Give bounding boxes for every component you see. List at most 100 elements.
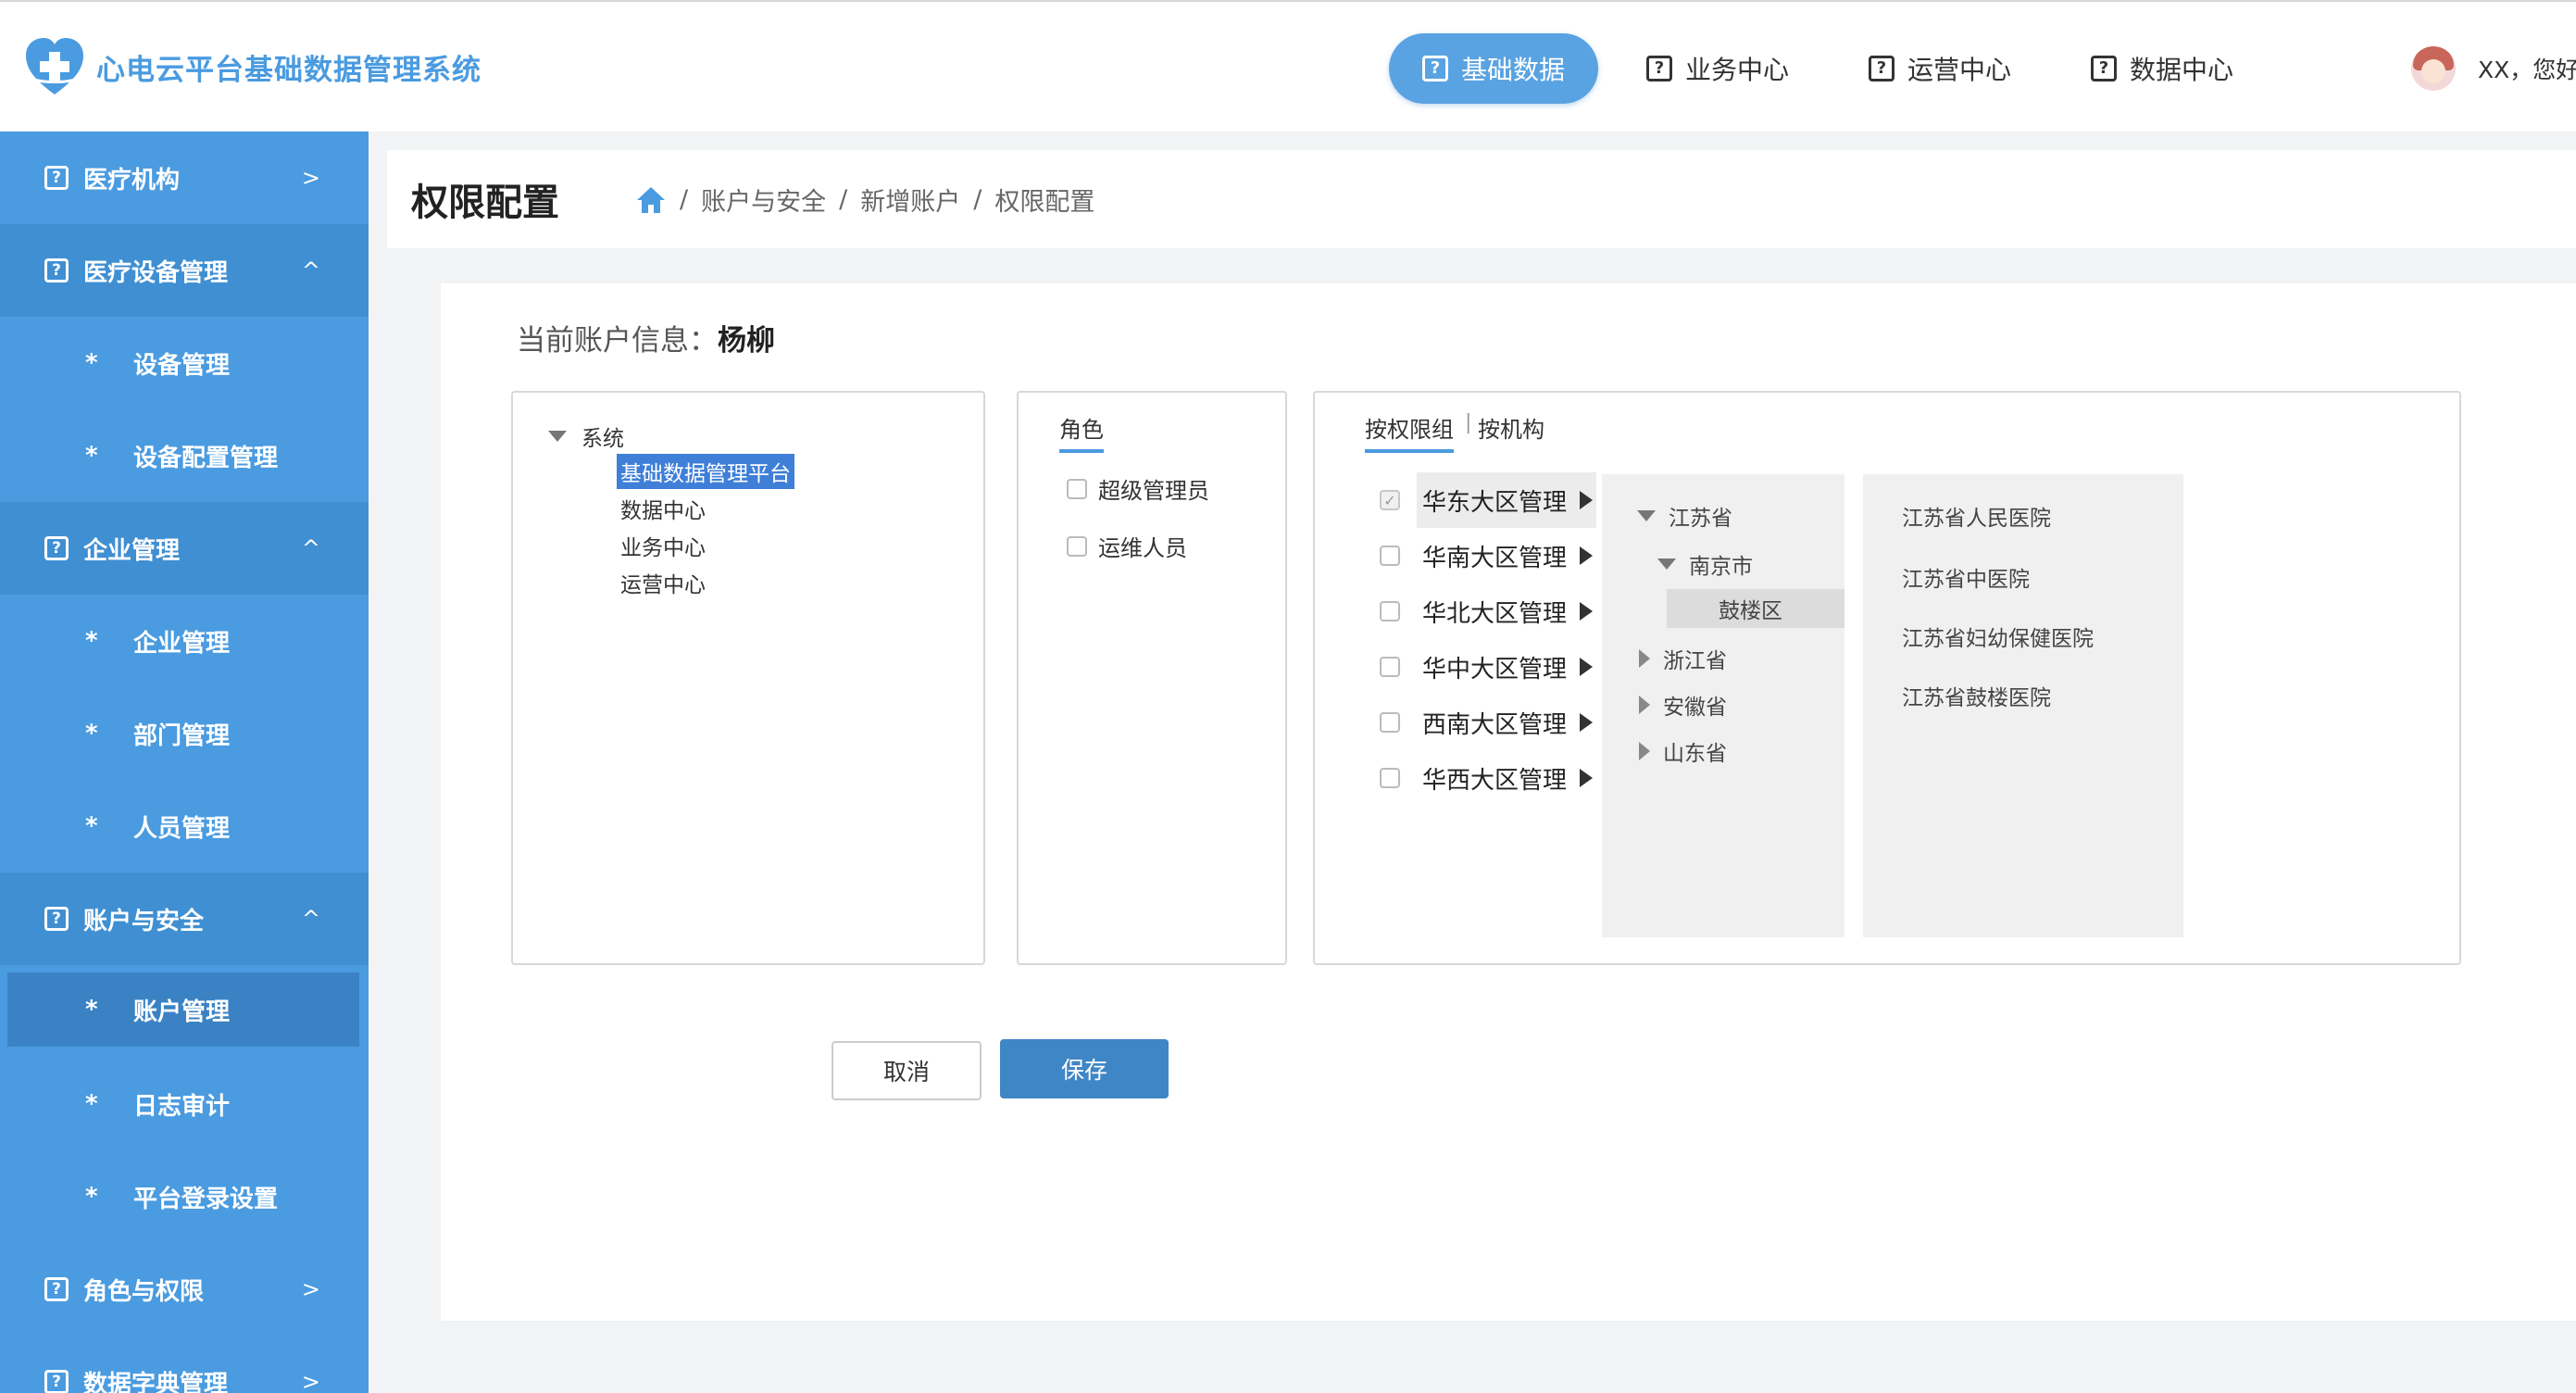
- bullet-star-icon: *: [85, 720, 98, 747]
- area-node-zhejiang[interactable]: 浙江省: [1639, 643, 1727, 674]
- help-square-icon: ?: [1869, 56, 1894, 82]
- sidebar-item-department[interactable]: * 部门管理: [0, 687, 369, 780]
- hospital-item[interactable]: 江苏省人民医院: [1902, 500, 2051, 532]
- region-row-central[interactable]: 华中大区管理: [1370, 639, 1596, 695]
- play-right-icon: [1580, 658, 1594, 676]
- top-nav-operations-center[interactable]: ? 运营中心: [1869, 33, 2011, 104]
- breadcrumb-separator: /: [839, 185, 848, 214]
- caret-down-icon: [548, 431, 567, 442]
- play-right-icon: [1580, 491, 1594, 509]
- user-menu[interactable]: XX，您好: [2411, 44, 2576, 93]
- sidebar-item-device-management[interactable]: ? 医疗设备管理 ^: [0, 224, 369, 317]
- home-icon[interactable]: [635, 185, 667, 215]
- save-button[interactable]: 保存: [1000, 1039, 1169, 1098]
- region-label: 西南大区管理: [1422, 710, 1568, 739]
- sidebar-item-label: 企业管理: [83, 536, 181, 565]
- checkbox[interactable]: [1380, 657, 1400, 677]
- breadcrumb-separator: /: [973, 185, 982, 214]
- checkbox[interactable]: [1380, 546, 1400, 566]
- role-label: 超级管理员: [1098, 478, 1209, 504]
- sidebar-item-label: 数据字典管理: [83, 1370, 229, 1393]
- heart-cross-logo-icon: [26, 38, 83, 94]
- area-node-anhui[interactable]: 安徽省: [1639, 689, 1727, 721]
- caret-down-icon: [1637, 510, 1656, 521]
- region-row-southwest[interactable]: 西南大区管理: [1370, 695, 1596, 750]
- chevron-up-icon: ^: [301, 535, 320, 561]
- chevron-right-icon: >: [301, 165, 320, 191]
- role-label: 运维人员: [1098, 535, 1187, 561]
- bullet-star-icon: *: [85, 812, 98, 840]
- sidebar-item-device-admin[interactable]: * 设备管理: [0, 317, 369, 409]
- checkbox-checked[interactable]: ✓: [1380, 490, 1400, 510]
- tree-node-label: 系统: [581, 427, 624, 451]
- help-square-icon: ?: [44, 258, 69, 282]
- role-checkbox-super-admin[interactable]: 超级管理员: [1067, 472, 1209, 505]
- sidebar-item-enterprise[interactable]: ? 企业管理 ^: [0, 502, 369, 595]
- breadcrumb-item[interactable]: 新增账户: [860, 182, 960, 218]
- tab-by-institution[interactable]: 按机构: [1478, 411, 1544, 453]
- sidebar-item-enterprise-admin[interactable]: * 企业管理: [0, 595, 369, 687]
- checkbox[interactable]: [1380, 601, 1400, 621]
- sidebar-item-label: 人员管理: [133, 814, 231, 843]
- checkbox[interactable]: [1380, 712, 1400, 733]
- chevron-right-icon: >: [301, 1369, 320, 1393]
- area-node-district[interactable]: 鼓楼区: [1667, 589, 1844, 628]
- help-square-icon: ?: [1646, 56, 1672, 82]
- sidebar-item-label: 角色与权限: [83, 1277, 205, 1306]
- area-node-city[interactable]: 南京市: [1657, 548, 1753, 580]
- tree-node-business-center[interactable]: 业务中心: [617, 528, 709, 563]
- sidebar-item-label: 设备配置管理: [133, 444, 279, 472]
- top-nav-business-center[interactable]: ? 业务中心: [1646, 33, 1789, 104]
- help-square-icon: ?: [44, 1370, 69, 1393]
- user-greeting: XX，您好: [2478, 56, 2576, 83]
- sidebar-item-account-management[interactable]: * 账户管理: [7, 973, 359, 1047]
- area-node-shandong[interactable]: 山东省: [1639, 735, 1727, 767]
- role-panel: 角色 超级管理员 运维人员: [1017, 391, 1287, 965]
- region-row-north[interactable]: 华北大区管理: [1370, 584, 1596, 639]
- area-label: 山东省: [1663, 742, 1727, 766]
- tree-node-data-center[interactable]: 数据中心: [617, 491, 709, 526]
- hospital-item[interactable]: 江苏省妇幼保健医院: [1902, 621, 2094, 652]
- sidebar-item-account-security[interactable]: ? 账户与安全 ^: [0, 872, 369, 965]
- chevron-right-icon: >: [301, 1276, 320, 1302]
- sidebar-item-audit-log[interactable]: * 日志审计: [0, 1058, 369, 1150]
- caret-right-icon: [1639, 742, 1650, 760]
- sidebar-item-device-config[interactable]: * 设备配置管理: [0, 409, 369, 502]
- hospital-item[interactable]: 江苏省中医院: [1902, 561, 2030, 593]
- sidebar-item-personnel[interactable]: * 人员管理: [0, 780, 369, 872]
- checkbox[interactable]: [1380, 768, 1400, 788]
- top-nav-label: 基础数据: [1461, 55, 1566, 85]
- tree-node-basic-data-platform[interactable]: 基础数据管理平台: [617, 454, 794, 489]
- chevron-up-icon: ^: [301, 906, 320, 932]
- tab-by-permission-group[interactable]: 按权限组: [1365, 411, 1454, 453]
- checkbox[interactable]: [1067, 478, 1087, 499]
- area-label: 浙江省: [1663, 649, 1727, 673]
- play-right-icon: [1580, 713, 1594, 732]
- breadcrumb-item[interactable]: 账户与安全: [701, 182, 826, 218]
- region-row-south[interactable]: 华南大区管理: [1370, 528, 1596, 584]
- area-label: 鼓楼区: [1719, 599, 1782, 623]
- hospital-list-panel: 江苏省人民医院 江苏省中医院 江苏省妇幼保健医院 江苏省鼓楼医院: [1863, 474, 2183, 937]
- bullet-star-icon: *: [85, 627, 98, 655]
- tree-node-operations-center[interactable]: 运营中心: [617, 565, 709, 600]
- sidebar-item-roles-permissions[interactable]: ? 角色与权限 >: [0, 1243, 369, 1336]
- breadcrumb-item-current: 权限配置: [994, 188, 1095, 217]
- top-nav-data-center[interactable]: ? 数据中心: [2091, 33, 2233, 104]
- top-nav-label: 运营中心: [1907, 55, 2012, 85]
- area-tree-panel: 江苏省 南京市 鼓楼区 浙江省 安徽省 山东省: [1602, 474, 1844, 937]
- bullet-star-icon: *: [85, 442, 98, 470]
- sidebar-item-medical-institution[interactable]: ? 医疗机构 >: [0, 132, 369, 224]
- role-checkbox-ops[interactable]: 运维人员: [1067, 530, 1187, 562]
- hospital-item[interactable]: 江苏省鼓楼医院: [1902, 680, 2051, 711]
- area-node-province[interactable]: 江苏省: [1637, 500, 1732, 532]
- top-nav-basic-data[interactable]: ? 基础数据: [1389, 33, 1599, 104]
- tree-node-system[interactable]: 系统: [548, 420, 624, 452]
- region-label: 华北大区管理: [1422, 599, 1568, 628]
- sidebar-item-data-dictionary[interactable]: ? 数据字典管理 >: [0, 1336, 369, 1393]
- checkbox[interactable]: [1067, 535, 1087, 557]
- cancel-button[interactable]: 取消: [832, 1041, 982, 1100]
- region-row-east[interactable]: ✓ 华东大区管理: [1370, 472, 1596, 528]
- region-row-west[interactable]: 华西大区管理: [1370, 750, 1596, 806]
- account-label: 当前账户信息：: [517, 324, 718, 358]
- sidebar-item-login-settings[interactable]: * 平台登录设置: [0, 1150, 369, 1243]
